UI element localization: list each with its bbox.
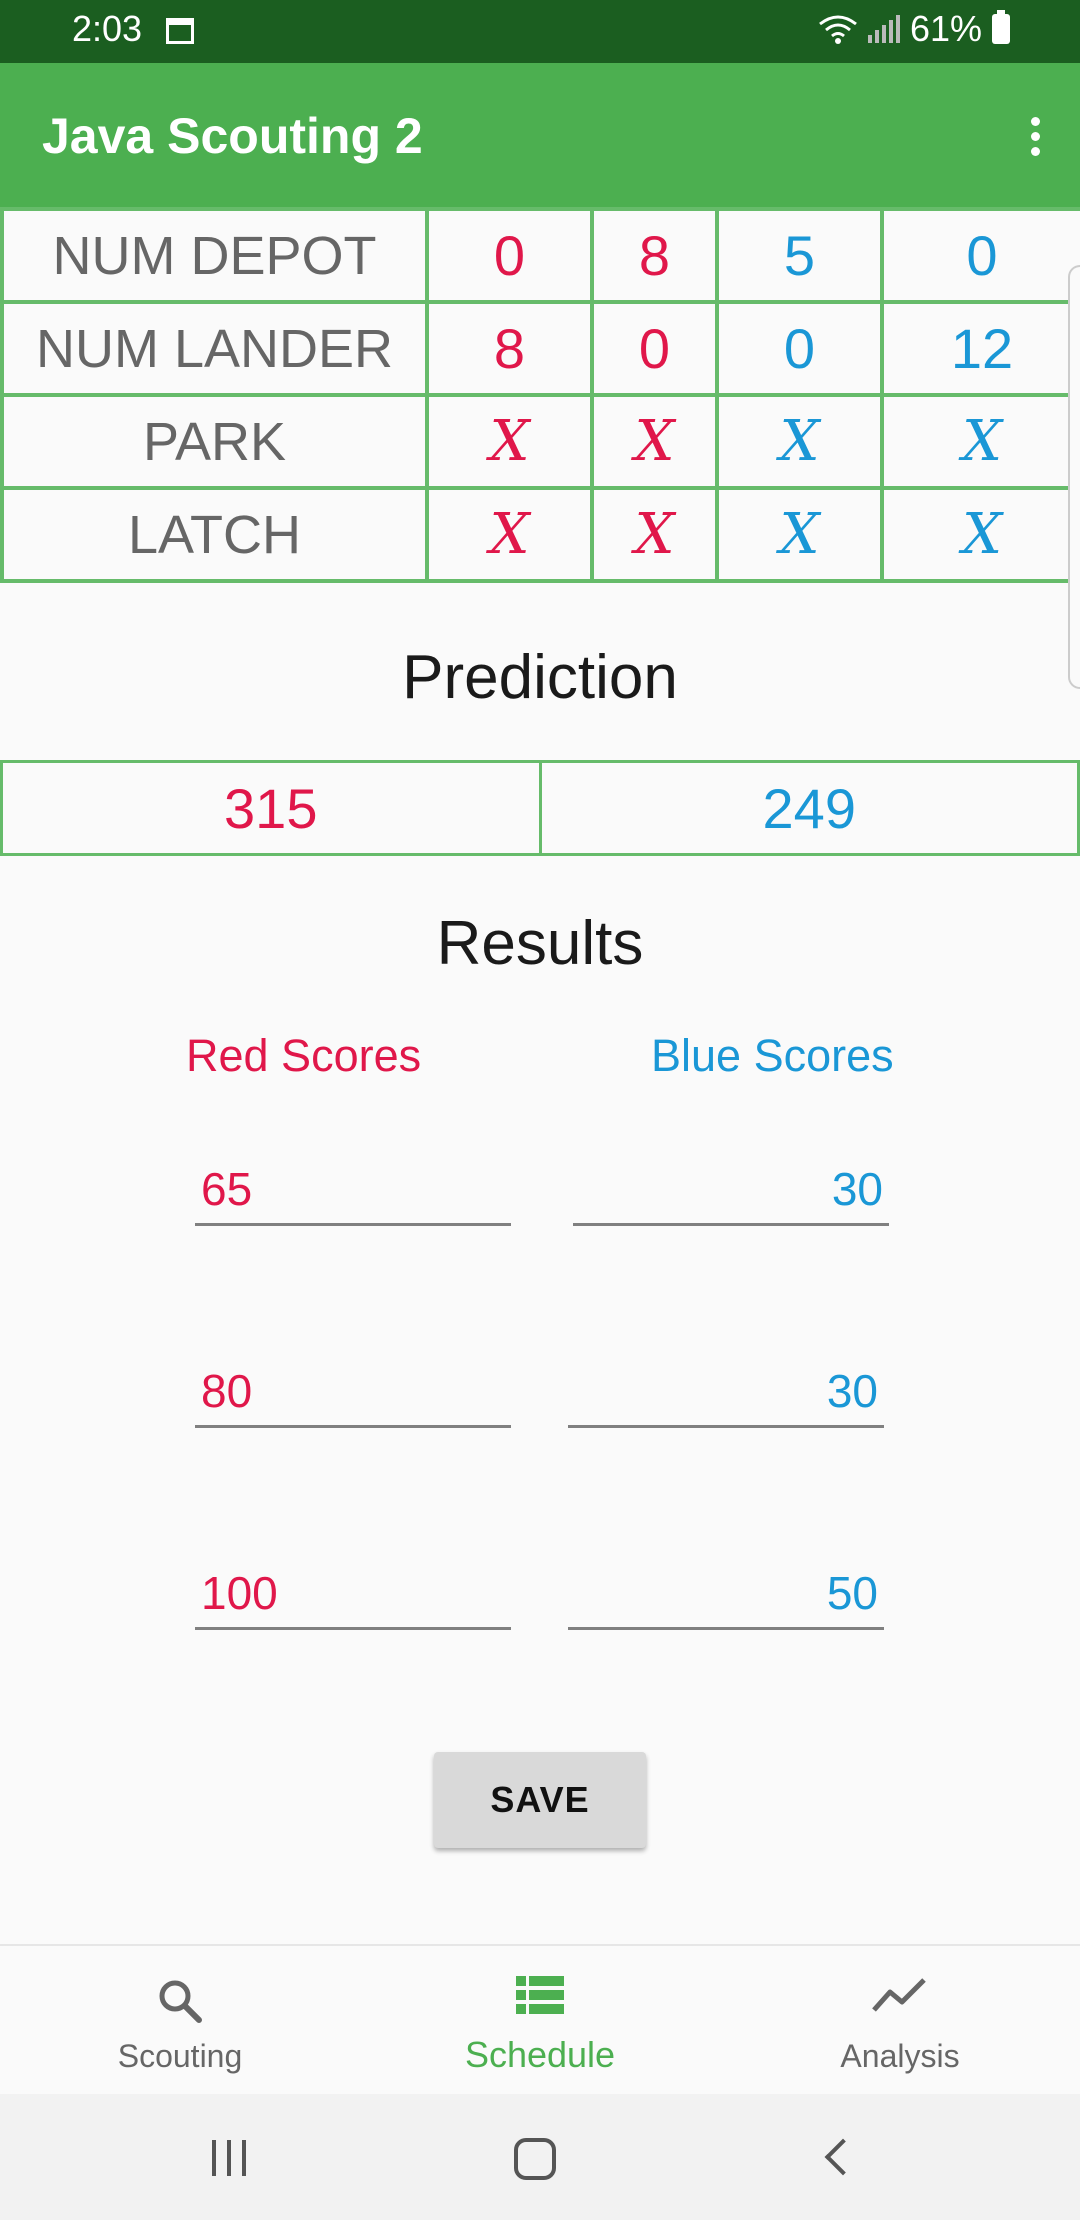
battery-percent: 61% [909,8,982,49]
red-score-input[interactable]: 65 [195,1162,511,1226]
blue-score-input[interactable]: 30 [568,1364,884,1428]
save-button[interactable]: SAVE [434,1752,646,1848]
search-icon [159,1980,202,2023]
table-cell: 0 [880,207,1080,304]
app-bar: Java Scouting 2 [0,63,1080,209]
nav-label: Schedule [464,2034,616,2075]
table-cell: 5 [715,207,884,304]
bottom-nav: Scouting Schedule Analysis [0,1944,1080,2096]
status-time: 2:03 [72,8,143,49]
scrollbar[interactable] [1068,265,1080,689]
system-nav-bar [0,2094,1080,2220]
prediction-row: 315 249 [0,760,1080,856]
row-label: LATCH [0,486,429,583]
stats-table: NUM DEPOT 0 8 5 0 NUM LANDER 8 0 0 12 PA… [0,207,1080,583]
table-cell: X [715,486,884,583]
trending-icon [872,1978,926,2012]
results-title: Results [436,909,644,978]
blue-score-input[interactable]: 50 [568,1566,884,1630]
row-label: PARK [0,393,429,490]
table-cell: 8 [425,300,594,397]
row-label: NUM DEPOT [0,207,429,304]
blue-scores-header: Blue Scores [651,1030,894,1081]
blue-prediction: 249 [541,760,1080,856]
table-cell: 0 [425,207,594,304]
table-row: NUM DEPOT 0 8 5 0 [0,207,1080,304]
table-cell: 0 [715,300,884,397]
wifi-icon [819,15,857,44]
more-options-icon[interactable] [1020,113,1050,163]
red-scores-header: Red Scores [186,1030,422,1081]
row-label: NUM LANDER [0,300,429,397]
table-row: NUM LANDER 8 0 0 12 [0,300,1080,397]
status-bar: 2:03 61% [0,0,1080,63]
table-cell: 8 [590,207,719,304]
table-cell: X [880,486,1080,583]
nav-label: Analysis [840,2038,960,2074]
table-row: PARK X X X X [0,393,1080,490]
table-cell: 12 [880,300,1080,397]
home-icon[interactable] [514,2138,556,2180]
table-cell: X [425,486,594,583]
blue-score-input[interactable]: 30 [573,1162,889,1226]
status-icons: 61% [818,8,1010,50]
prediction-title: Prediction [402,643,678,712]
table-cell: X [880,393,1080,490]
red-prediction: 315 [0,760,542,856]
nav-scouting[interactable]: Scouting [0,1946,360,2096]
app-title: Java Scouting 2 [42,108,423,164]
red-score-input[interactable]: 80 [195,1364,511,1428]
calendar-icon [166,18,194,44]
recents-icon[interactable] [212,2140,246,2176]
nav-schedule[interactable]: Schedule [360,1946,720,2096]
signal-icon [867,15,900,43]
red-score-input[interactable]: 100 [195,1566,511,1630]
table-row: LATCH X X X X [0,486,1080,583]
table-cell: 0 [590,300,719,397]
table-cell: X [590,486,719,583]
table-cell: X [590,393,719,490]
back-icon[interactable] [824,2138,862,2176]
nav-label: Scouting [117,2038,243,2074]
nav-analysis[interactable]: Analysis [720,1946,1080,2096]
table-cell: X [715,393,884,490]
battery-icon [992,10,1010,44]
list-icon [516,1976,564,2014]
table-cell: X [425,393,594,490]
